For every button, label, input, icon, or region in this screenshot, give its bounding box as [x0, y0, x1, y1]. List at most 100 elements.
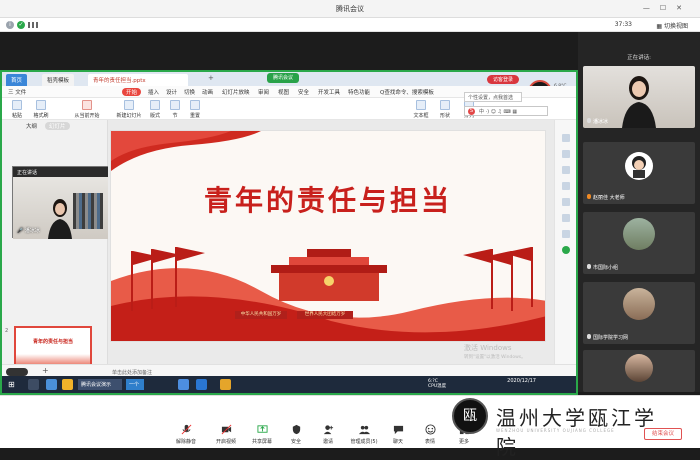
menu-devtools[interactable]: 开发工具 — [318, 88, 340, 96]
share-screen-label: 共享屏幕 — [251, 439, 272, 445]
emoji-icon — [424, 424, 436, 435]
menu-review[interactable]: 审阅 — [258, 88, 269, 96]
taskbar-search[interactable]: 一个 — [126, 379, 144, 390]
tip-popup[interactable]: 个性设置，点我首选 — [464, 92, 522, 102]
menu-insert[interactable]: 插入 — [148, 88, 159, 96]
sharing-indicator[interactable]: 腾讯会议 — [267, 73, 300, 83]
share-screen-button[interactable]: 共享屏幕 — [244, 424, 280, 445]
participant-name: 赵丽佳 大老师 — [587, 194, 625, 201]
outline-tab[interactable]: 大纲 — [26, 124, 37, 130]
sogou-icon[interactable]: S — [468, 108, 475, 115]
reset-button[interactable]: 重置 — [182, 100, 208, 119]
activation-line2: 转到"设置"以激活 Windows。 — [464, 355, 526, 360]
format-painter-button[interactable]: 格式刷 — [28, 100, 54, 119]
current-slide[interactable]: 青年的责任与担当 中华人民共和国万岁 世界人民大团结万岁 — [110, 130, 546, 342]
new-slide-button[interactable]: 新建幻灯片 — [116, 100, 142, 119]
chat-button[interactable]: 聊天 — [380, 424, 416, 445]
new-tab-icon[interactable]: + — [208, 74, 214, 82]
format-painter-label: 格式刷 — [33, 113, 49, 119]
participant-video-4[interactable]: 国际学院学习网 — [583, 282, 695, 344]
slides-tab[interactable]: 幻灯片 — [45, 122, 70, 130]
shapes-icon — [440, 100, 450, 110]
paste-button[interactable]: 粘贴 — [4, 100, 30, 119]
menu-features[interactable]: 特色功能 — [348, 88, 370, 96]
taskbar-temp: 6:?C CPU温度 — [428, 379, 446, 390]
end-meeting-button[interactable]: 结束会议 — [644, 428, 682, 440]
participant-video-1[interactable]: 潘冰冰 — [583, 66, 695, 128]
reset-label: 重置 — [189, 113, 200, 119]
textbox-button[interactable]: 文本框 — [408, 100, 434, 119]
tool-strip-icon[interactable] — [562, 134, 570, 142]
taskbar-app-icon[interactable] — [178, 379, 189, 390]
presenter-video[interactable]: 正在讲话 🎤 潘冰冰 — [12, 166, 110, 239]
tool-strip-icon[interactable] — [562, 214, 570, 222]
tab-home[interactable]: 首页 — [6, 74, 28, 86]
camera-icon — [221, 424, 231, 435]
speaking-label: 正在讲话: — [627, 55, 651, 61]
tool-strip-icon[interactable] — [562, 150, 570, 158]
info-icon[interactable]: i — [6, 21, 14, 29]
start-video-label: 开启视频 — [215, 439, 236, 445]
tool-strip-icon[interactable] — [562, 182, 570, 190]
view-toggle-button[interactable]: ▦ 切换视图 — [656, 21, 688, 30]
window-controls[interactable]: —☐✕ — [643, 4, 692, 12]
cartoon-avatar-icon — [632, 156, 646, 178]
taskbar-app-icon[interactable] — [196, 379, 207, 390]
ime-tools-icon[interactable]: 中 ·) ☺ ♫ ⌨ ▦ — [479, 108, 517, 115]
participant-name-text: 市国际小组 — [593, 265, 619, 271]
notes-placeholder: 单击此处添加备注 — [112, 370, 153, 376]
play-from-current-label: 从当前开始 — [74, 113, 100, 119]
banner-right: 世界人民大团结万岁 — [297, 311, 353, 319]
invite-label: 邀请 — [322, 439, 333, 445]
tool-strip-icon[interactable] — [562, 198, 570, 206]
brush-icon — [36, 100, 46, 110]
participant-name-text: 潘冰冰 — [593, 119, 609, 125]
taskbar-date: 2020/12/17 — [507, 378, 536, 384]
security-button[interactable]: 安全 — [278, 424, 314, 445]
menu-transition[interactable]: 切换 — [184, 88, 195, 96]
add-slide-icon[interactable]: + — [42, 366, 49, 375]
menu-search[interactable]: Q查找命令、搜索模板 — [380, 88, 434, 96]
mic-icon — [587, 194, 591, 199]
participant-video-2[interactable]: 赵丽佳 大老师 — [583, 142, 695, 204]
tab-pptx[interactable]: 青年的责任担当.pptx — [88, 74, 188, 86]
notes-toggle-icon[interactable] — [6, 368, 28, 376]
shield-icon[interactable]: ✓ — [17, 21, 25, 29]
microphone-icon — [181, 424, 191, 435]
share-screen-icon — [256, 425, 268, 433]
participant-video-5[interactable] — [583, 350, 695, 392]
shapes-button[interactable]: 形状 — [432, 100, 458, 119]
taskbar-app-icon[interactable] — [46, 379, 57, 390]
menu-animation[interactable]: 动画 — [202, 88, 213, 96]
menu-design[interactable]: 设计 — [166, 88, 177, 96]
menu-start[interactable]: 开始 — [122, 88, 142, 96]
tool-strip-icon[interactable] — [562, 230, 570, 238]
tab-docer[interactable]: 稻壳模板 — [42, 74, 75, 86]
participant-panel: 正在讲话: 潘冰冰 赵丽佳 大老师 市国际小组 国际学院学习网 — [578, 32, 700, 392]
start-video-button[interactable]: 开启视频 — [208, 424, 244, 445]
taskbar-app-icon[interactable] — [28, 379, 39, 390]
invite-button[interactable]: 邀请 — [310, 424, 346, 445]
slide-title[interactable]: 青年的责任与担当 — [111, 179, 545, 219]
login-button[interactable]: 访客登录 — [487, 75, 520, 84]
taskbar-clock[interactable]: 2020/12/17 — [507, 378, 536, 384]
tool-strip-icon[interactable] — [562, 166, 570, 174]
taskbar-browser-tab[interactable]: 腾讯会议演示 — [78, 379, 122, 390]
folder-icon[interactable] — [62, 379, 73, 390]
play-from-current-button[interactable]: 从当前开始 — [74, 100, 100, 119]
menu-view[interactable]: 视图 — [278, 88, 289, 96]
taskbar-app-icon[interactable] — [220, 379, 231, 390]
ime-toolbar[interactable]: S 中 ·) ☺ ♫ ⌨ ▦ — [464, 106, 548, 116]
slide-thumbnail-panel: 大纲 幻灯片 青年的责任与担当 2 — [2, 120, 108, 378]
menu-slideshow[interactable]: 幻灯片放映 — [222, 88, 250, 96]
participant-video-3[interactable]: 市国际小组 — [583, 212, 695, 274]
menu-file[interactable]: 三 文件 — [8, 88, 26, 96]
signal-icon[interactable] — [28, 22, 38, 28]
unmute-button[interactable]: 解除静音 — [168, 424, 204, 445]
windows-start-icon[interactable]: ⊞ — [8, 379, 19, 390]
add-icon[interactable] — [562, 246, 570, 254]
textbox-label: 文本框 — [413, 113, 429, 119]
emoji-button[interactable]: 表情 — [412, 424, 448, 445]
menu-security[interactable]: 安全 — [298, 88, 309, 96]
manage-members-button[interactable]: 管理成员(5) — [344, 424, 384, 445]
